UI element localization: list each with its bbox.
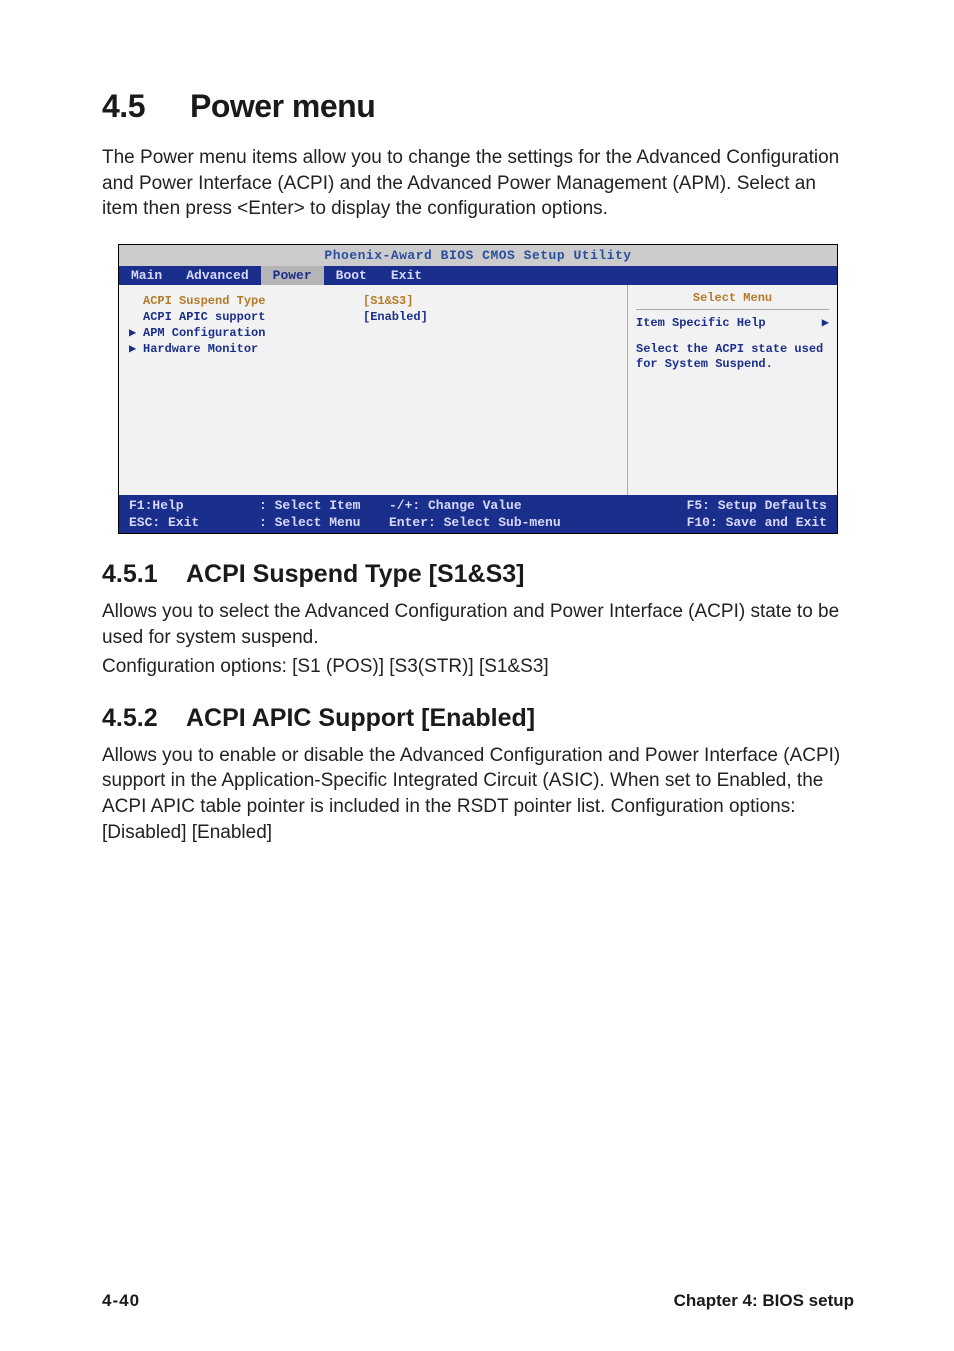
submenu-marker-icon bbox=[129, 293, 143, 309]
footer-key-plusminus: -/+: Change Value bbox=[389, 498, 609, 513]
footer-key-esc: ESC: Exit bbox=[129, 515, 259, 530]
bios-item-hw-monitor[interactable]: ▶ Hardware Monitor bbox=[129, 341, 617, 357]
bios-tab-exit[interactable]: Exit bbox=[379, 266, 434, 285]
bios-title: Phoenix-Award BIOS CMOS Setup Utility bbox=[119, 245, 837, 266]
page-number: 4-40 bbox=[102, 1291, 140, 1311]
subsection-number: 4.5.1 bbox=[102, 560, 186, 589]
submenu-marker-icon: ▶ bbox=[129, 325, 143, 341]
section-number: 4.5 bbox=[102, 88, 190, 125]
bios-item-acpi-suspend[interactable]: ACPI Suspend Type [S1&S3] bbox=[129, 293, 617, 309]
page-footer: 4-40 Chapter 4: BIOS setup bbox=[102, 1291, 854, 1311]
footer-key-f10: F10: Save and Exit bbox=[609, 515, 827, 530]
bios-help-text: Select the ACPI state used for System Su… bbox=[636, 342, 829, 373]
subsection-text: Allows you to select the Advanced Config… bbox=[102, 599, 854, 650]
bios-item-label: APM Configuration bbox=[143, 325, 363, 341]
bios-help-hint: Item Specific Help ▶ Select the ACPI sta… bbox=[636, 309, 829, 373]
submenu-marker-icon bbox=[129, 309, 143, 325]
bios-footer: F1:Help : Select Item -/+: Change Value … bbox=[119, 495, 837, 533]
subsection-title: ACPI Suspend Type [S1&S3] bbox=[186, 560, 525, 588]
bios-item-value: [Enabled] bbox=[363, 309, 428, 325]
subsection-heading-452: 4.5.2ACPI APIC Support [Enabled] bbox=[102, 704, 854, 733]
bios-help-label: Item Specific Help bbox=[636, 316, 766, 332]
subsection-heading-451: 4.5.1ACPI Suspend Type [S1&S3] bbox=[102, 560, 854, 589]
bios-tab-power[interactable]: Power bbox=[261, 266, 324, 285]
bios-screenshot: Phoenix-Award BIOS CMOS Setup Utility Ma… bbox=[118, 244, 838, 534]
bios-tab-boot[interactable]: Boot bbox=[324, 266, 379, 285]
submenu-marker-icon: ▶ bbox=[129, 341, 143, 357]
section-heading: 4.5Power menu bbox=[102, 88, 854, 125]
subsection-number: 4.5.2 bbox=[102, 704, 186, 733]
subsection-title: ACPI APIC Support [Enabled] bbox=[186, 704, 535, 732]
chevron-right-icon: ▶ bbox=[822, 316, 829, 332]
subsection-text: Allows you to enable or disable the Adva… bbox=[102, 743, 854, 846]
chapter-label: Chapter 4: BIOS setup bbox=[674, 1291, 854, 1311]
section-intro: The Power menu items allow you to change… bbox=[102, 145, 854, 222]
bios-item-label: Hardware Monitor bbox=[143, 341, 363, 357]
bios-help-title: Select Menu bbox=[636, 291, 829, 309]
bios-help-pane: Select Menu Item Specific Help ▶ Select … bbox=[627, 285, 837, 495]
bios-tab-advanced[interactable]: Advanced bbox=[174, 266, 260, 285]
footer-key-f5: F5: Setup Defaults bbox=[609, 498, 827, 513]
footer-key-arrows: : Select Item bbox=[259, 498, 389, 513]
subsection-text: Configuration options: [S1 (POS)] [S3(ST… bbox=[102, 654, 854, 680]
section-title-text: Power menu bbox=[190, 88, 375, 124]
footer-key-f1: F1:Help bbox=[129, 498, 259, 513]
bios-tab-bar: Main Advanced Power Boot Exit bbox=[119, 266, 837, 285]
bios-item-label: ACPI Suspend Type bbox=[143, 293, 363, 309]
bios-tab-main[interactable]: Main bbox=[119, 266, 174, 285]
bios-item-value: [S1&S3] bbox=[363, 293, 413, 309]
bios-body: ACPI Suspend Type [S1&S3] ACPI APIC supp… bbox=[119, 285, 837, 495]
bios-left-pane: ACPI Suspend Type [S1&S3] ACPI APIC supp… bbox=[119, 285, 627, 495]
footer-key-arrows2: : Select Menu bbox=[259, 515, 389, 530]
bios-item-acpi-apic[interactable]: ACPI APIC support [Enabled] bbox=[129, 309, 617, 325]
bios-item-label: ACPI APIC support bbox=[143, 309, 363, 325]
bios-item-apm-config[interactable]: ▶ APM Configuration bbox=[129, 325, 617, 341]
footer-key-enter: Enter: Select Sub-menu bbox=[389, 515, 609, 530]
